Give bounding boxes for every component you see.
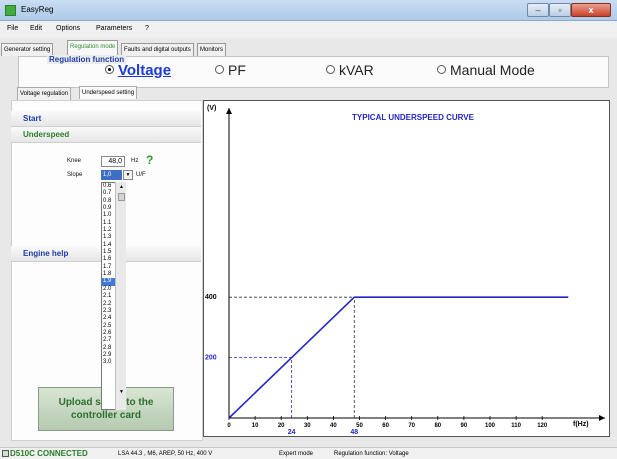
- x-tick-label: 90: [461, 423, 468, 429]
- chevron-down-icon[interactable]: ▼: [123, 170, 133, 180]
- x-mark-label: 24: [288, 429, 296, 436]
- radio-manual-mode-label: Manual Mode: [450, 62, 535, 78]
- radio-pf-label: PF: [228, 62, 246, 78]
- upload-label-line2: controller card: [70, 410, 142, 421]
- y-mark-label: 400: [205, 294, 217, 301]
- menu-file[interactable]: File: [7, 25, 18, 32]
- x-tick-label: 110: [511, 423, 521, 429]
- chart-title: TYPICAL UNDERSPEED CURVE: [352, 113, 475, 122]
- app-icon: [5, 5, 16, 16]
- slope-unit: U/F: [136, 172, 146, 178]
- x-tick-label: 80: [434, 423, 441, 429]
- x-tick-label: 10: [252, 423, 259, 429]
- radio-dot-icon: [105, 64, 114, 74]
- scroll-down-icon[interactable]: ▼: [117, 388, 126, 397]
- slope-select[interactable]: 1,0: [101, 170, 122, 180]
- x-mark-label: 48: [350, 429, 358, 436]
- knee-input[interactable]: 48,0: [101, 156, 125, 167]
- tab-generator-setting[interactable]: Generator setting: [1, 43, 54, 56]
- mode-status: Expert mode: [279, 451, 314, 457]
- help-question-icon[interactable]: ?: [146, 153, 153, 167]
- radio-pf[interactable]: PF: [215, 62, 246, 78]
- upload-label-start: Upload s: [58, 397, 101, 408]
- x-tick-label: 100: [485, 423, 496, 429]
- tab-monitors[interactable]: Monitors: [197, 43, 227, 56]
- radio-manual-mode[interactable]: Manual Mode: [437, 62, 535, 78]
- main-tab-strip: Generator setting Regulation mode Faults…: [0, 40, 617, 56]
- tab-voltage-regulation[interactable]: Voltage regulation: [17, 87, 72, 100]
- tab-underspeed-setting[interactable]: Underspeed setting: [79, 86, 138, 99]
- x-tick-label: 70: [408, 423, 415, 429]
- x-axis-arrow-icon: [599, 415, 605, 421]
- chart-axes: [226, 108, 605, 421]
- tab-faults-digital-outputs[interactable]: Faults and digital outputs: [121, 43, 194, 56]
- radio-dot-icon: [215, 64, 224, 74]
- chart-ticks: 0 10 20 30 40 50 60 70 80 90 100 110 12040020024 48: [205, 294, 548, 436]
- connection-icon: [2, 450, 9, 457]
- radio-kvar[interactable]: kVAR: [326, 62, 374, 78]
- x-tick-label: 0: [227, 423, 231, 429]
- x-tick-label: 40: [330, 423, 337, 429]
- x-tick-label: 20: [278, 423, 285, 429]
- device-info: LSA 44.3 , M6, AREP, 50 Hz, 400 V: [118, 451, 213, 457]
- scroll-up-icon[interactable]: ▲: [117, 183, 126, 192]
- minimize-button[interactable]: –: [527, 3, 549, 17]
- menu-parameters[interactable]: Parameters: [96, 25, 132, 32]
- radio-dot-icon: [437, 64, 446, 74]
- menu-edit[interactable]: Edit: [30, 25, 42, 32]
- window-title: EasyReg: [21, 5, 54, 14]
- underspeed-chart: TYPICAL UNDERSPEED CURVE (V) f(Hz) 0 10 20…: [205, 105, 605, 436]
- regulation-status: Regulation function: Voltage: [334, 451, 409, 457]
- x-tick-label: 120: [537, 423, 548, 429]
- status-bar: D510C CONNECTED LSA 44.3 , M6, AREP, 50 …: [0, 447, 617, 459]
- sub-tab-strip: Voltage regulation Underspeed setting: [17, 86, 147, 100]
- y-mark-label: 200: [205, 355, 217, 362]
- x-tick-label: 60: [382, 423, 389, 429]
- title-bar: EasyReg – ▫ x: [0, 0, 617, 21]
- knee-unit: Hz: [131, 158, 139, 164]
- maximize-button[interactable]: ▫: [549, 3, 571, 17]
- y-axis-label: (V): [207, 105, 216, 112]
- start-section[interactable]: Start: [11, 111, 201, 127]
- close-button[interactable]: x: [571, 3, 611, 17]
- menu-help[interactable]: ?: [145, 25, 149, 32]
- radio-kvar-label: kVAR: [339, 62, 374, 78]
- underspeed-section[interactable]: Underspeed: [11, 127, 201, 143]
- tab-regulation-mode[interactable]: Regulation mode: [67, 40, 119, 56]
- slope-label: Slope: [67, 172, 83, 178]
- x-axis-label: f(Hz): [573, 421, 589, 428]
- dropdown-scrollbar[interactable]: ▲ ▼: [115, 182, 126, 410]
- menu-bar: File Edit Options Parameters ?: [0, 21, 617, 38]
- radio-voltage[interactable]: Voltage: [105, 62, 171, 79]
- x-tick-label: 30: [304, 423, 311, 429]
- menu-options[interactable]: Options: [56, 25, 80, 32]
- connection-status: D510C CONNECTED: [10, 449, 88, 458]
- knee-label: Knee: [67, 158, 82, 164]
- radio-dot-icon: [326, 64, 335, 74]
- y-axis-arrow-icon: [226, 108, 232, 114]
- radio-voltage-label: Voltage: [118, 62, 172, 79]
- scroll-thumb[interactable]: [118, 193, 125, 201]
